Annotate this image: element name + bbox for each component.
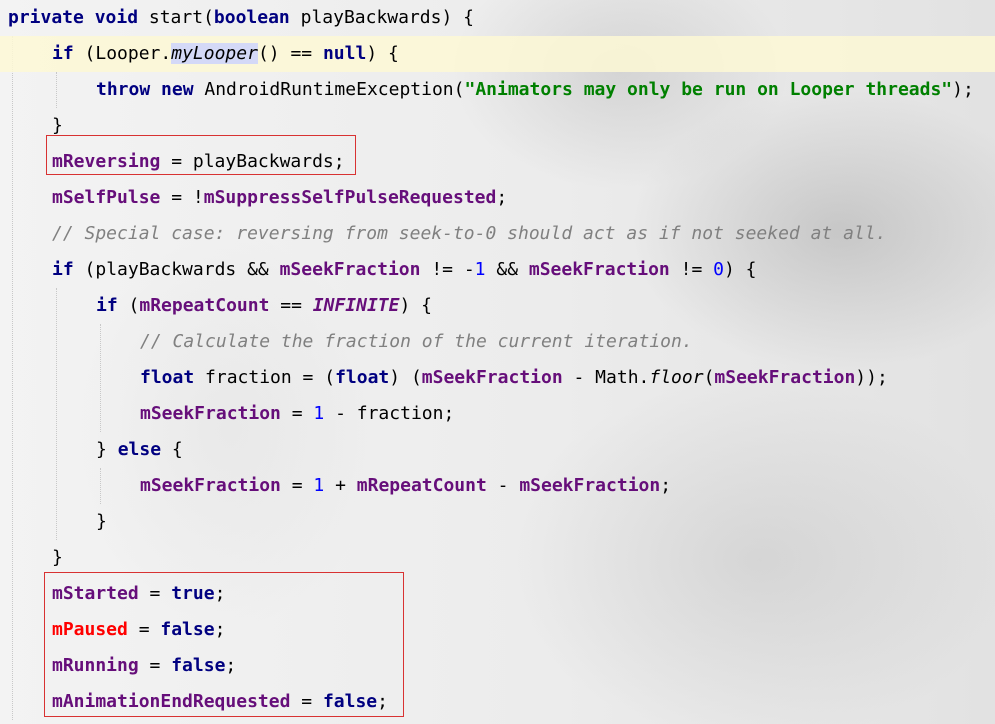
code-text: = (280, 475, 314, 496)
code-text: { (161, 439, 183, 460)
code-text: } (96, 511, 107, 532)
code-line[interactable]: // Calculate the fraction of the current… (0, 324, 693, 360)
code-text: = (280, 403, 314, 424)
code-line[interactable]: mSelfPulse = !mSuppressSelfPulseRequeste… (0, 180, 507, 216)
keyword-token: private void (8, 7, 139, 28)
method-token: floor (649, 367, 704, 388)
number-token: 1 (313, 475, 325, 496)
field-token: mSeekFraction (279, 259, 421, 280)
keyword-token: if (96, 295, 118, 316)
code-text: ; (496, 187, 508, 208)
number-token: 0 (713, 259, 724, 280)
code-text: - (486, 475, 520, 496)
code-text: ) { (366, 43, 399, 64)
number-token: 1 (313, 403, 325, 424)
field-token: mSeekFraction (528, 259, 670, 280)
highlight-box-state-flags (44, 572, 404, 717)
field-token: mSuppressSelfPulseRequested (203, 187, 497, 208)
string-token: "Animators may only be run on Looper thr… (464, 79, 953, 100)
code-line[interactable]: private void start(boolean playBackwards… (0, 0, 474, 36)
keyword-token: float (140, 367, 195, 388)
code-line[interactable]: mSeekFraction = 1 + mRepeatCount - mSeek… (0, 468, 671, 504)
code-line[interactable]: if (playBackwards && mSeekFraction != -1… (0, 252, 756, 288)
code-text: (Looper. (73, 43, 172, 64)
field-token: mSeekFraction (140, 475, 281, 496)
code-text: )); (855, 367, 888, 388)
keyword-token: else (117, 439, 162, 460)
code-text: = ! (160, 187, 204, 208)
code-text: } (96, 439, 118, 460)
keyword-token: boolean (213, 7, 290, 28)
code-line[interactable]: float fraction = (float) (mSeekFraction … (0, 360, 888, 396)
code-text: ) { (723, 259, 757, 280)
code-line[interactable]: mSeekFraction = 1 - fraction; (0, 396, 454, 432)
comment-token: // Special case: reversing from seek-to-… (52, 223, 887, 244)
code-text: ( (703, 367, 715, 388)
code-line[interactable]: // Special case: reversing from seek-to-… (0, 216, 886, 252)
code-text: AndroidRuntimeException( (193, 79, 465, 100)
comment-token: // Calculate the fraction of the current… (140, 331, 693, 352)
field-token: mRepeatCount (139, 295, 270, 316)
code-text: != (669, 259, 714, 280)
code-text: playBackwards) { (289, 7, 474, 28)
keyword-token: null (322, 43, 367, 64)
code-text: - Math. (562, 367, 650, 388)
code-text: ); (952, 79, 974, 100)
field-token: mSeekFraction (140, 403, 281, 424)
field-token: mSeekFraction (714, 367, 856, 388)
code-text: != - (420, 259, 475, 280)
code-text: } (52, 547, 63, 568)
code-text: start( (138, 7, 214, 28)
field-token: mSeekFraction (519, 475, 661, 496)
keyword-token: throw new (96, 79, 194, 100)
code-text: == (269, 295, 313, 316)
keyword-token: if (52, 43, 74, 64)
code-line[interactable]: } (0, 504, 107, 540)
code-text: } (52, 115, 63, 136)
field-token: mRepeatCount (356, 475, 487, 496)
field-token: mSelfPulse (52, 187, 161, 208)
number-token: 1 (474, 259, 486, 280)
keyword-token: if (52, 259, 74, 280)
keyword-token: float (335, 367, 390, 388)
code-line[interactable]: throw new AndroidRuntimeException("Anima… (0, 72, 974, 108)
code-text: (playBackwards && (73, 259, 280, 280)
code-line[interactable]: } (0, 540, 63, 576)
code-line[interactable]: if (Looper.myLooper() == null) { (0, 36, 995, 72)
code-line[interactable]: } else { (0, 432, 183, 468)
code-editor[interactable]: private void start(boolean playBackwards… (0, 0, 995, 724)
code-text: ( (117, 295, 140, 316)
field-token: mSeekFraction (421, 367, 563, 388)
highlight-box-reversing (46, 135, 356, 175)
code-text: ) ( (389, 367, 422, 388)
method-token: myLooper (171, 43, 258, 64)
code-text: + (324, 475, 357, 496)
code-text: ; (660, 475, 672, 496)
code-text: () == (257, 43, 323, 64)
code-text: - fraction; (324, 403, 455, 424)
code-line[interactable]: if (mRepeatCount == INFINITE) { (0, 288, 432, 324)
constant-token: INFINITE (312, 295, 400, 316)
code-text: fraction = ( (194, 367, 336, 388)
code-text: ) { (399, 295, 432, 316)
code-text: && (485, 259, 529, 280)
